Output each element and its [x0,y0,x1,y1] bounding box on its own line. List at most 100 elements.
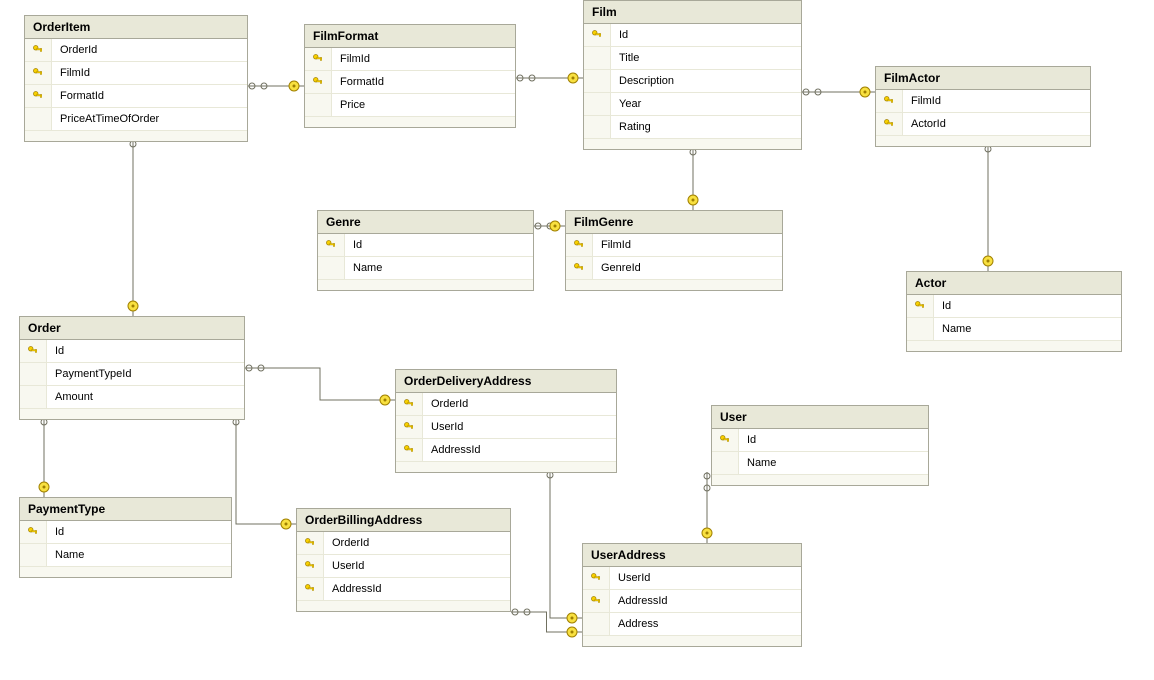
key-icon [20,521,47,543]
key-icon [25,39,52,61]
field-row[interactable]: OrderId [396,393,616,416]
field-row[interactable]: GenreId [566,257,782,279]
relationship-line [550,459,582,618]
entity-genre[interactable]: GenreId Name [317,210,534,291]
field-row[interactable]: AddressId [297,578,510,600]
key-icon [297,578,324,600]
entity-actor[interactable]: ActorIdName [906,271,1122,352]
entity-header[interactable]: UserAddress [583,544,801,567]
entity-header[interactable]: Order [20,317,244,340]
key-icon [566,257,593,279]
field-row[interactable]: PriceAtTimeOfOrder [25,108,247,130]
entity-body: UserIdAddressIdAddress [583,567,801,635]
field-icon [20,386,47,408]
field-row[interactable]: Id [20,521,231,544]
field-name: Name [345,262,382,274]
entity-user[interactable]: UserId Name [711,405,929,486]
field-row[interactable]: Name [20,544,231,566]
entity-header[interactable]: Actor [907,272,1121,295]
key-icon [876,90,903,112]
field-name: Name [739,457,776,469]
key-icon [566,234,593,256]
field-row[interactable]: AddressId [583,590,801,613]
entity-body: IdName [20,521,231,566]
field-name: GenreId [593,262,641,274]
field-icon [318,257,345,279]
field-name: Price [332,99,365,111]
field-row[interactable]: Price [305,94,515,116]
field-row[interactable]: UserId [297,555,510,578]
field-row[interactable]: FilmId [305,48,515,71]
entity-order[interactable]: OrderId PaymentTypeId Amount [19,316,245,420]
key-icon [305,48,332,70]
field-row[interactable]: OrderId [25,39,247,62]
field-row[interactable]: Name [712,452,928,474]
field-row[interactable]: UserId [396,416,616,439]
entity-filmgenre[interactable]: FilmGenreFilmId GenreId [565,210,783,291]
entity-header[interactable]: OrderDeliveryAddress [396,370,616,393]
entity-header[interactable]: FilmGenre [566,211,782,234]
entity-filmformat[interactable]: FilmFormatFilmIdFormatId Price [304,24,516,128]
key-icon [396,439,423,461]
entity-header[interactable]: PaymentType [20,498,231,521]
entity-body: Id TitleDescriptionYearRating [584,24,801,138]
entity-header[interactable]: FilmActor [876,67,1090,90]
entity-orderitem[interactable]: OrderItemOrderId FilmId FormatId PriceAtTim… [24,15,248,142]
entity-body: IdName [907,295,1121,340]
field-icon [907,318,934,340]
field-row[interactable]: Description [584,70,801,93]
field-row[interactable]: UserId [583,567,801,590]
field-row[interactable]: Year [584,93,801,116]
field-icon [712,452,739,474]
field-row[interactable]: PaymentTypeId [20,363,244,386]
field-row[interactable]: FilmId [25,62,247,85]
entity-footer [20,408,244,419]
field-row[interactable]: Name [907,318,1121,340]
field-icon [305,94,332,116]
entity-header[interactable]: OrderItem [25,16,247,39]
field-row[interactable]: ActorId [876,113,1090,135]
key-icon [297,532,324,554]
field-row[interactable]: FormatId [25,85,247,108]
field-name: OrderId [423,398,468,410]
entity-orderbillingaddress[interactable]: OrderBillingAddressOrderId UserId AddressI… [296,508,511,612]
field-name: FilmId [52,67,90,79]
entity-header[interactable]: Genre [318,211,533,234]
field-row[interactable]: FilmId [566,234,782,257]
entity-footer [907,340,1121,351]
field-row[interactable]: Id [584,24,801,47]
entity-header[interactable]: FilmFormat [305,25,515,48]
field-row[interactable]: Amount [20,386,244,408]
field-row[interactable]: Rating [584,116,801,138]
field-row[interactable]: Id [907,295,1121,318]
field-name: PriceAtTimeOfOrder [52,113,159,125]
entity-footer [318,279,533,290]
entity-filmactor[interactable]: FilmActorFilmIdActorId [875,66,1091,147]
field-row[interactable]: FilmId [876,90,1090,113]
key-icon [583,567,610,589]
field-row[interactable]: Id [712,429,928,452]
entity-orderdeliveryaddress[interactable]: OrderDeliveryAddress OrderId UserIdAddress… [395,369,617,473]
entity-body: Id PaymentTypeId Amount [20,340,244,408]
entity-body: OrderId UserIdAddressId [396,393,616,461]
field-row[interactable]: Title [584,47,801,70]
field-row[interactable]: Id [318,234,533,257]
entity-header[interactable]: OrderBillingAddress [297,509,510,532]
entity-header[interactable]: User [712,406,928,429]
field-row[interactable]: FormatId [305,71,515,94]
field-name: PaymentTypeId [47,368,131,380]
field-row[interactable]: Address [583,613,801,635]
entity-footer [712,474,928,485]
field-name: Amount [47,391,93,403]
entity-paymenttype[interactable]: PaymentTypeIdName [19,497,232,578]
key-icon [396,416,423,438]
field-row[interactable]: Id [20,340,244,363]
entity-useraddress[interactable]: UserAddressUserIdAddressIdAddress [582,543,802,647]
field-row[interactable]: Name [318,257,533,279]
field-row[interactable]: AddressId [396,439,616,461]
entity-film[interactable]: Film Id TitleDescriptionYearRating [583,0,802,150]
entity-header[interactable]: Film [584,1,801,24]
field-row[interactable]: OrderId [297,532,510,555]
field-name: Id [611,29,628,41]
field-name: UserId [324,560,364,572]
